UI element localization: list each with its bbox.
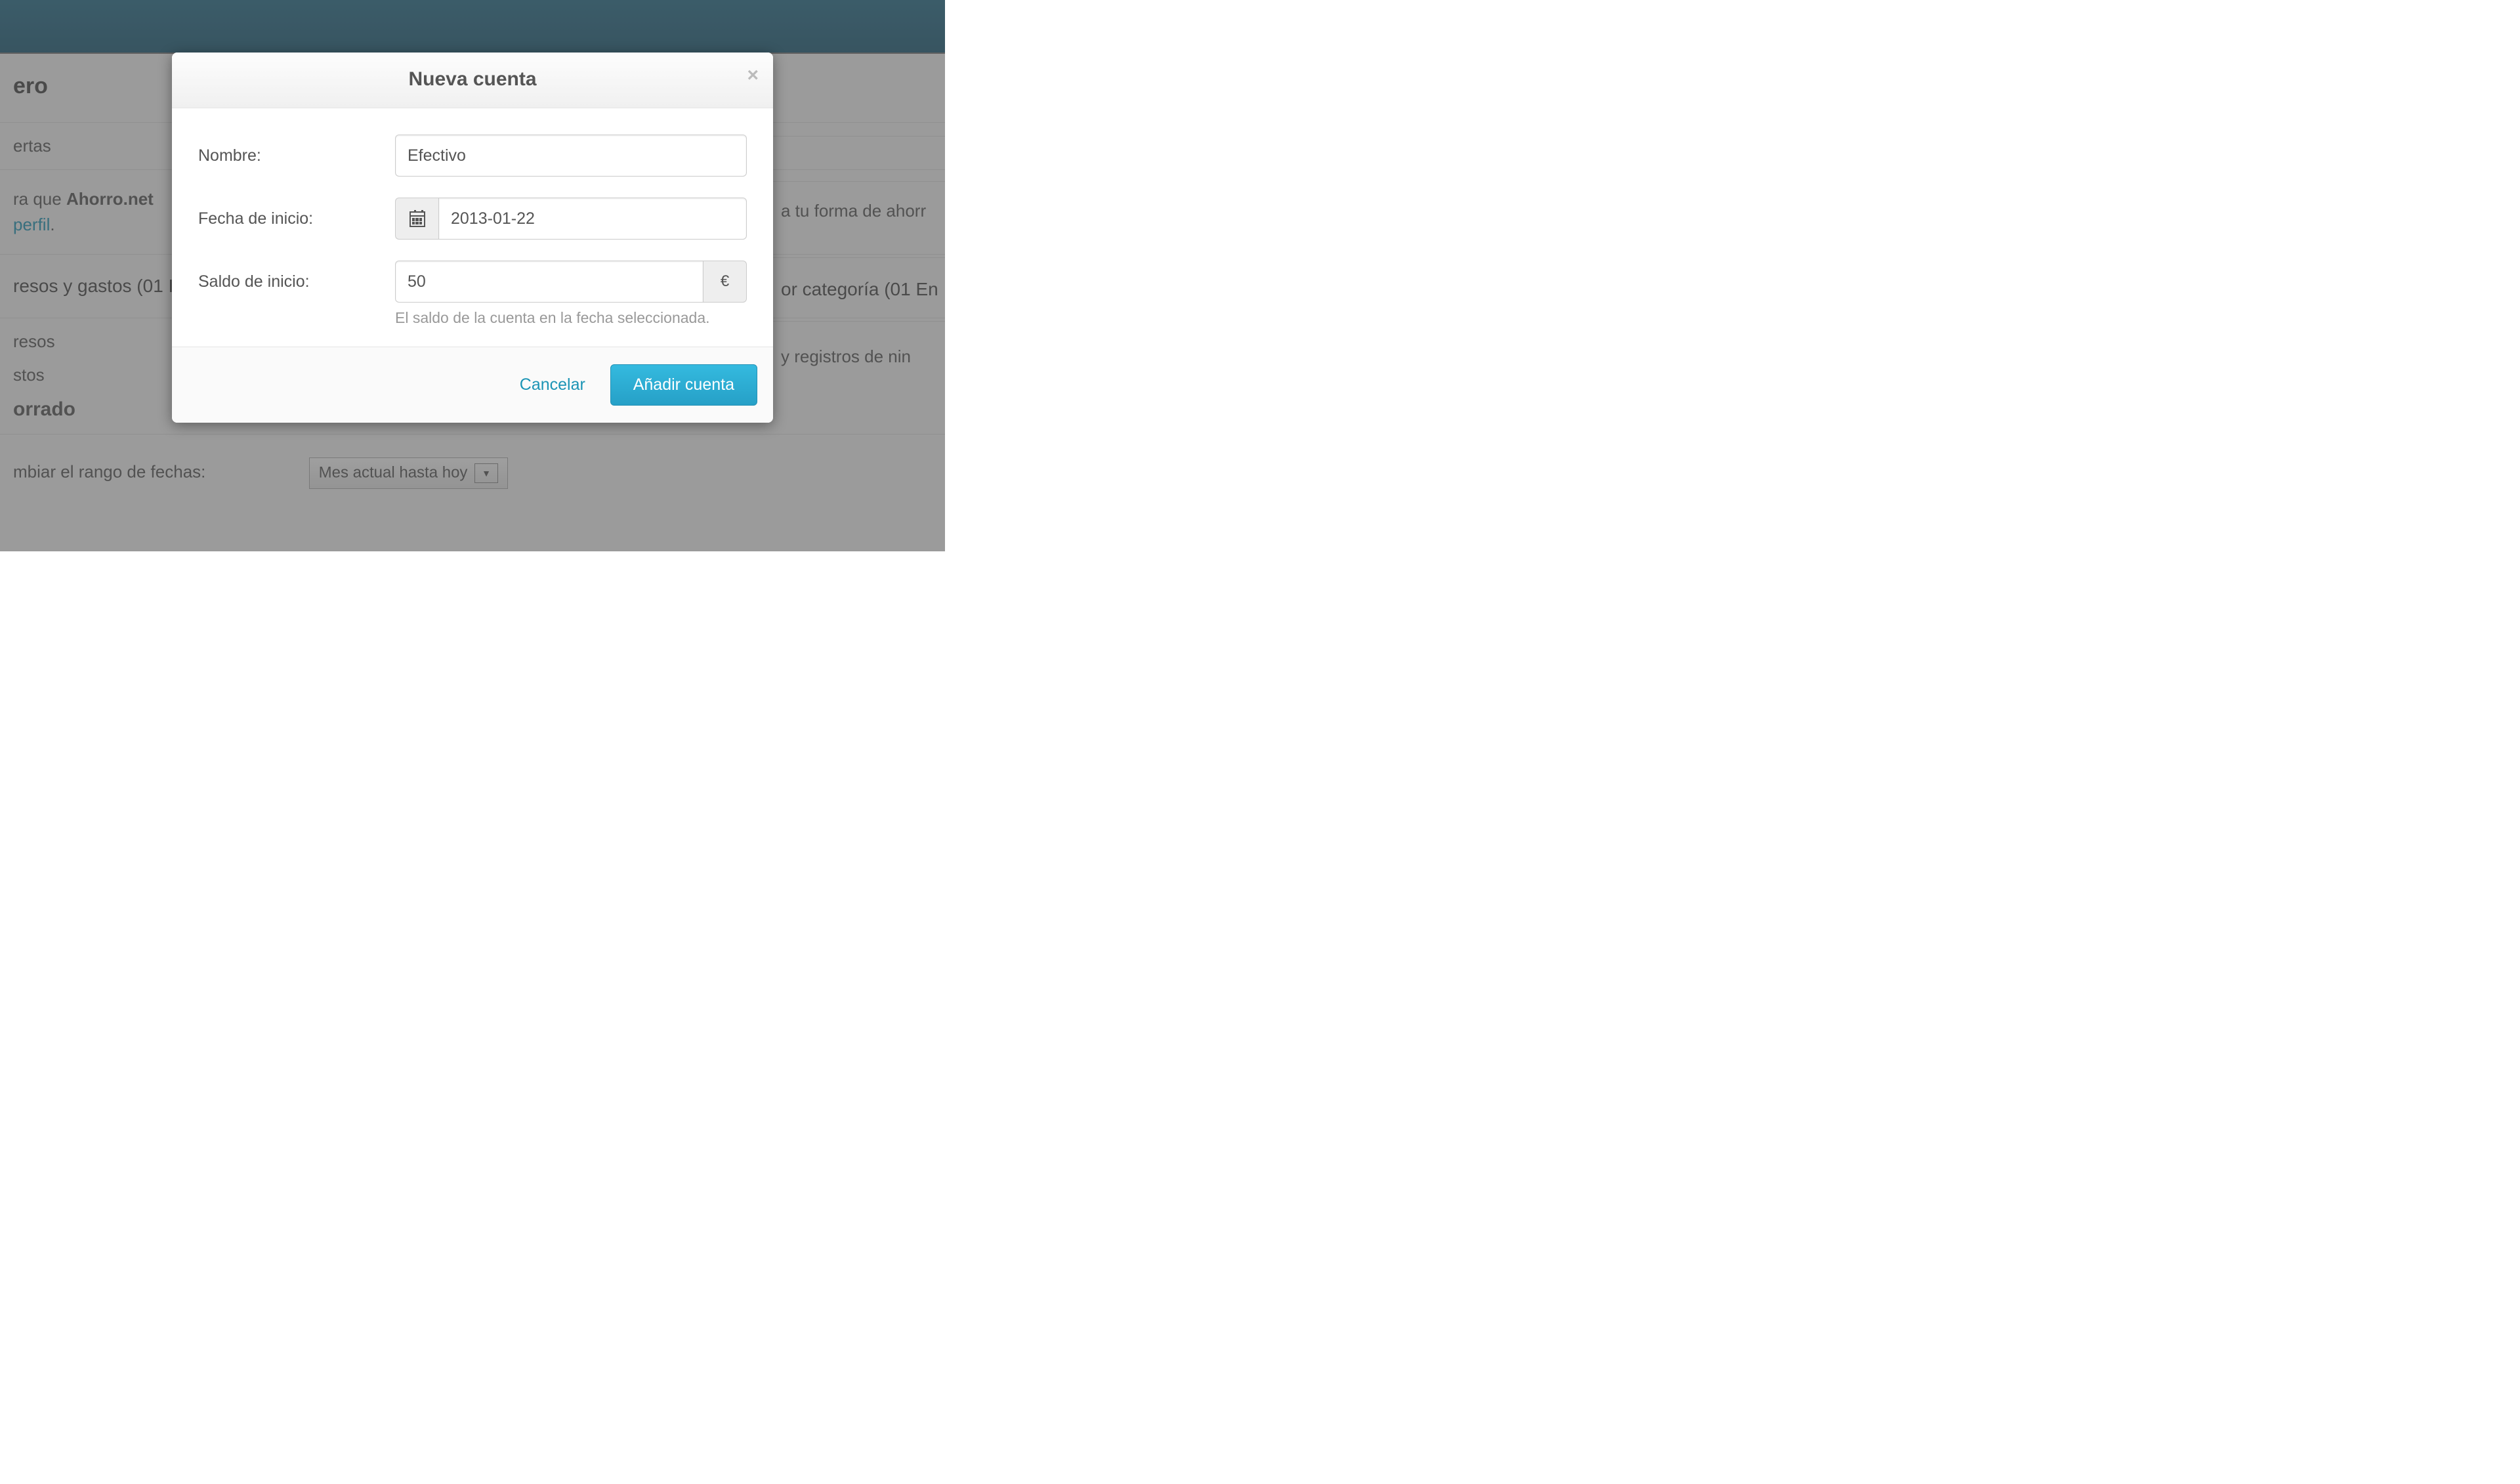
modal-header: Nueva cuenta ×: [172, 53, 773, 108]
close-icon[interactable]: ×: [747, 66, 759, 85]
form-row-name: Nombre:: [198, 135, 747, 177]
name-input[interactable]: [395, 135, 747, 177]
start-balance-label: Saldo de inicio:: [198, 272, 395, 291]
start-balance-help: El saldo de la cuenta en la fecha selecc…: [395, 309, 747, 327]
modal-body: Nombre: Fecha de inicio: Saldo de inicio…: [172, 108, 773, 347]
start-date-input[interactable]: [438, 198, 747, 240]
currency-addon: €: [704, 261, 747, 303]
modal-footer: Cancelar Añadir cuenta: [172, 347, 773, 423]
cancel-button[interactable]: Cancelar: [520, 375, 585, 394]
form-row-start-balance: Saldo de inicio: €: [198, 261, 747, 303]
start-balance-input[interactable]: [395, 261, 704, 303]
add-account-button[interactable]: Añadir cuenta: [610, 364, 757, 406]
calendar-icon[interactable]: [395, 198, 438, 240]
start-date-label: Fecha de inicio:: [198, 209, 395, 228]
form-row-start-date: Fecha de inicio:: [198, 198, 747, 240]
new-account-modal: Nueva cuenta × Nombre: Fecha de inicio:: [172, 53, 773, 423]
modal-title: Nueva cuenta: [185, 68, 760, 91]
name-label: Nombre:: [198, 146, 395, 165]
